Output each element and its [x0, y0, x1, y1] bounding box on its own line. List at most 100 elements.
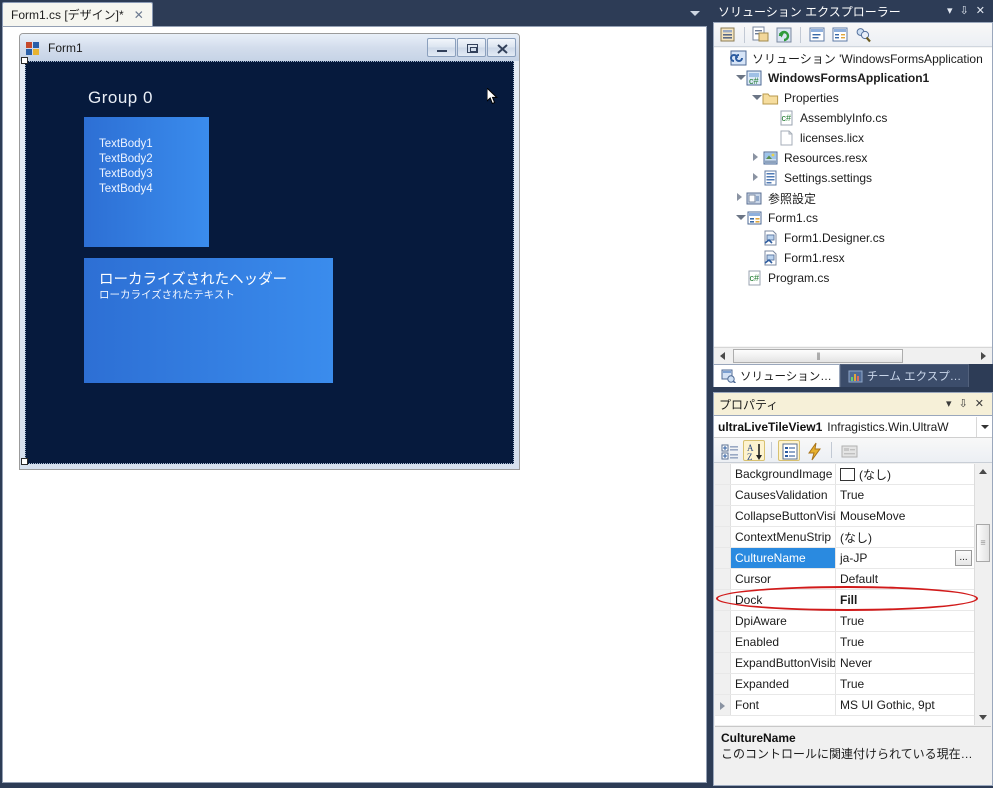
chevron-down-icon[interactable]: ▾ [947, 6, 953, 17]
form-design-window[interactable]: Form1 Group 0 [19, 33, 520, 470]
property-row[interactable]: DpiAwareTrue [715, 611, 974, 632]
property-row[interactable]: CausesValidationTrue [715, 485, 974, 506]
dock-tab-team-explorer[interactable]: チーム エクスプ… [840, 364, 970, 387]
tree-item[interactable]: c#Program.cs [714, 268, 992, 288]
property-row[interactable]: FontMS UI Gothic, 9pt [715, 695, 974, 716]
selection-handle[interactable] [21, 458, 28, 465]
property-value-cell[interactable]: (なし) [836, 466, 974, 483]
maximize-button[interactable] [457, 38, 486, 57]
close-icon[interactable]: ✕ [976, 6, 985, 17]
expand-arrow-icon[interactable] [732, 68, 746, 88]
tree-item[interactable]: Settings.settings [714, 168, 992, 188]
tree-item[interactable]: ソリューション 'WindowsFormsApplication [714, 48, 992, 68]
preview-selected-items-icon[interactable] [853, 25, 873, 45]
property-name[interactable]: CultureName [731, 548, 836, 568]
property-value-cell[interactable]: Fill [836, 593, 974, 607]
property-name[interactable]: ExpandButtonVisib [731, 653, 836, 673]
property-name[interactable]: DpiAware [731, 611, 836, 631]
show-all-files-icon[interactable] [751, 25, 771, 45]
tree-item[interactable]: licenses.licx [714, 128, 992, 148]
property-name[interactable]: Dock [731, 590, 836, 610]
scroll-right-button[interactable] [975, 348, 992, 364]
tree-item[interactable]: Properties [714, 88, 992, 108]
pin-icon[interactable]: ⇩ [959, 399, 968, 410]
property-row[interactable]: CultureNameja-JP... [715, 548, 974, 569]
chevron-down-icon[interactable]: ▾ [946, 399, 952, 410]
property-row[interactable]: ExpandedTrue [715, 674, 974, 695]
hscroll-thumb[interactable] [733, 349, 903, 363]
property-value-cell[interactable]: MS UI Gothic, 9pt [836, 698, 974, 712]
solution-tree-hscrollbar[interactable] [714, 347, 992, 364]
designer-canvas[interactable]: Form1 Group 0 [2, 26, 707, 783]
tree-item[interactable]: Resources.resx [714, 148, 992, 168]
property-row[interactable]: BackgroundImage(なし) [715, 464, 974, 485]
close-button[interactable] [487, 38, 516, 57]
pin-icon[interactable]: ⇩ [960, 6, 969, 17]
property-pages-button[interactable] [838, 440, 860, 461]
form-client-area[interactable]: Group 0 TextBody1 TextBody2 TextBody3 Te… [25, 61, 514, 464]
tree-item[interactable]: 参照設定 [714, 188, 992, 208]
property-name[interactable]: CausesValidation [731, 485, 836, 505]
property-name[interactable]: CollapseButtonVisi [731, 506, 836, 526]
document-tab-form1-designer[interactable]: Form1.cs [デザイン]* ✕ [2, 2, 153, 26]
tree-item[interactable]: c#WindowsFormsApplication1 [714, 68, 992, 88]
properties-object-selector[interactable]: ultraLiveTileView1 Infragistics.Win.Ultr… [714, 416, 992, 438]
property-row[interactable]: EnabledTrue [715, 632, 974, 653]
scroll-down-button[interactable] [975, 709, 991, 725]
chevron-down-icon[interactable] [976, 417, 992, 437]
property-name[interactable]: Expanded [731, 674, 836, 694]
expand-arrow-icon[interactable] [715, 695, 731, 715]
property-row[interactable]: CursorDefault [715, 569, 974, 590]
property-name[interactable]: Cursor [731, 569, 836, 589]
expand-arrow-icon[interactable] [732, 208, 746, 228]
property-name[interactable]: BackgroundImage [731, 464, 836, 484]
property-value-cell[interactable]: MouseMove [836, 509, 974, 523]
property-name[interactable]: ContextMenuStrip [731, 527, 836, 547]
property-row[interactable]: CollapseButtonVisiMouseMove [715, 506, 974, 527]
events-button[interactable] [803, 440, 825, 461]
chevron-down-icon[interactable] [689, 7, 701, 19]
property-value-cell[interactable]: ja-JP [836, 551, 974, 565]
property-value-cell[interactable]: True [836, 488, 974, 502]
property-row[interactable]: DockFill [715, 590, 974, 611]
close-icon[interactable]: ✕ [975, 399, 984, 410]
property-name[interactable]: Enabled [731, 632, 836, 652]
solution-tree[interactable]: ソリューション 'WindowsFormsApplicationc#Window… [714, 48, 992, 346]
property-value-cell[interactable]: True [836, 677, 974, 691]
alphabetical-sort-button[interactable]: AZ [743, 440, 765, 461]
vscroll-thumb[interactable] [976, 524, 990, 562]
categorized-button[interactable] [718, 440, 740, 461]
minimize-button[interactable] [427, 38, 456, 57]
properties-button[interactable] [778, 440, 800, 461]
property-value-cell[interactable]: Default [836, 572, 974, 586]
view-code-icon[interactable] [807, 25, 827, 45]
live-tile-textbody[interactable]: TextBody1 TextBody2 TextBody3 TextBody4 [84, 117, 209, 247]
scroll-up-button[interactable] [975, 464, 991, 480]
collapse-arrow-icon[interactable] [732, 188, 746, 208]
view-designer-icon[interactable] [830, 25, 850, 45]
property-value-cell[interactable]: (なし) [836, 529, 974, 546]
collapse-arrow-icon[interactable] [748, 148, 762, 168]
properties-window-icon[interactable] [718, 25, 738, 45]
hscroll-track[interactable] [731, 348, 975, 364]
selection-handle[interactable] [21, 57, 28, 64]
expand-arrow-icon[interactable] [748, 88, 762, 108]
dock-tab-solution-explorer[interactable]: ソリューション… [713, 364, 840, 387]
collapse-arrow-icon[interactable] [748, 168, 762, 188]
tree-item[interactable]: Form1.Designer.cs [714, 228, 992, 248]
tree-item[interactable]: Form1.cs [714, 208, 992, 228]
property-value-cell[interactable]: True [836, 614, 974, 628]
close-icon[interactable]: ✕ [132, 9, 146, 21]
refresh-icon[interactable] [774, 25, 794, 45]
property-value-cell[interactable]: Never [836, 656, 974, 670]
property-editor-button[interactable]: ... [955, 550, 972, 566]
properties-vscrollbar[interactable] [974, 464, 991, 725]
tree-item[interactable]: Form1.resx [714, 248, 992, 268]
property-row[interactable]: ContextMenuStrip(なし) [715, 527, 974, 548]
live-tile-localized[interactable]: ローカライズされたヘッダー ローカライズされたテキスト [84, 258, 333, 383]
properties-grid[interactable]: BackgroundImage(なし)CausesValidationTrueC… [715, 464, 991, 725]
property-name[interactable]: Font [731, 695, 836, 715]
tree-item[interactable]: c#AssemblyInfo.cs [714, 108, 992, 128]
property-row[interactable]: ExpandButtonVisibNever [715, 653, 974, 674]
property-value-cell[interactable]: True [836, 635, 974, 649]
